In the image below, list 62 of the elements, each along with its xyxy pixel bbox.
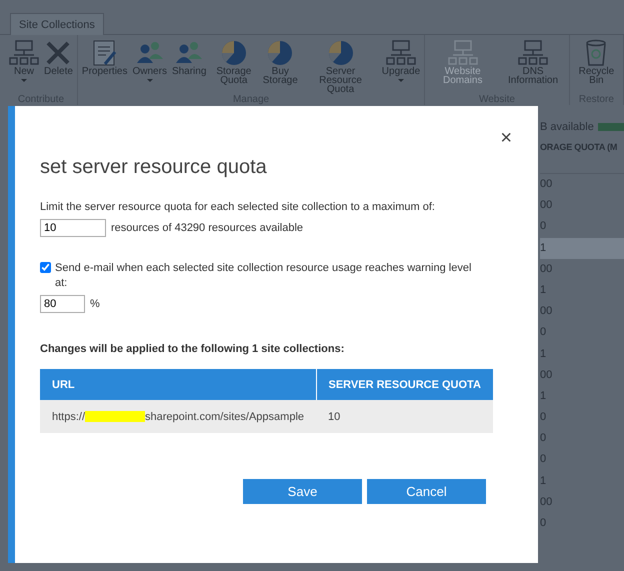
ribbon-button[interactable]: Storage Quota — [209, 35, 258, 85]
sitemap-icon — [386, 39, 416, 67]
ribbon-tab[interactable]: Site Collections — [10, 13, 104, 35]
redaction-mark — [85, 411, 146, 422]
pie-chart-icon — [220, 39, 248, 67]
document-icon — [90, 39, 119, 67]
ribbon-button[interactable]: Delete — [42, 35, 75, 76]
ribbon-button[interactable]: New — [7, 35, 41, 82]
dialog-button[interactable]: Cancel — [367, 479, 486, 504]
percent-text: % — [90, 298, 100, 310]
table-cell-text: 0 — [540, 219, 548, 234]
caret-icon — [146, 79, 153, 82]
storage-bar — [598, 123, 624, 131]
ribbon-button[interactable]: Buy Storage — [259, 35, 302, 85]
table-cell: 10 — [316, 400, 493, 433]
ribbon-button[interactable]: Owners — [130, 35, 169, 82]
table-cell-text: 00 — [540, 198, 554, 214]
caret-icon — [398, 79, 404, 82]
table-cell-text: 00 — [540, 262, 554, 277]
table-cell-text: 00 — [540, 304, 554, 320]
column-header: ORAGE QUOTA (M — [540, 137, 624, 174]
table-cell-text: 1 — [540, 282, 548, 298]
email-warning-label: Send e-mail when each selected site collection resource usage reaches warning level at: — [55, 261, 472, 291]
ribbon-button[interactable]: Recycle Bin — [572, 35, 621, 85]
table-cell-text: 1 — [540, 474, 548, 489]
table-cell-text: 1 — [540, 346, 548, 362]
pie-chart-icon — [326, 39, 355, 67]
table-cell-text: 00 — [540, 494, 554, 510]
ribbon-button[interactable]: Sharing — [170, 35, 208, 76]
close-button[interactable]: × — [498, 128, 514, 148]
column-header: SERVER RESOURCE QUOTA — [316, 369, 493, 400]
sitemap-icon — [518, 39, 548, 67]
table-cell-text: 0 — [540, 452, 548, 468]
table-cell-text: 1 — [540, 388, 548, 404]
changes-heading: Changes will be applied to the following 1 site collections: — [40, 343, 346, 355]
delete-icon — [44, 39, 72, 67]
recycle-bin-icon — [584, 39, 608, 67]
storage-available-text: B available — [540, 121, 594, 133]
warning-input-field[interactable]: 80 — [40, 295, 85, 313]
caret-icon — [21, 79, 27, 82]
table-cell-text: 0 — [540, 516, 548, 531]
table-cell-text: 0 — [540, 431, 548, 446]
ribbon-button[interactable]: Server Resource Quota — [302, 35, 379, 94]
resources-text: resources of 43290 resources available — [111, 222, 304, 234]
pie-chart-icon — [266, 39, 294, 67]
table-cell: 1 — [540, 238, 624, 259]
table-cell-text: 00 — [540, 368, 554, 383]
ribbon-button[interactable]: DNS Information — [499, 35, 567, 85]
ribbon-button[interactable]: Upgrade — [380, 35, 422, 82]
dialog-title: set server resource quota — [40, 156, 268, 179]
limit-text: Limit the server resource quota for each selected site collection to a maximum of: — [40, 201, 436, 213]
ribbon-button[interactable]: Properties — [80, 35, 130, 76]
limit-input-field[interactable]: 10 — [40, 219, 106, 237]
url-cell: https:// sharepoint.com/sites/Appsample — [40, 400, 316, 433]
sitemap-icon — [9, 39, 39, 67]
table-cell-text: 0 — [540, 410, 548, 426]
email-checkbox[interactable] — [40, 262, 51, 273]
table-cell-text: 00 — [540, 177, 554, 192]
dialog-button[interactable]: Save — [243, 479, 362, 504]
table-cell-text: 0 — [540, 325, 548, 340]
sitemap-icon — [448, 39, 478, 67]
column-header: URL — [40, 369, 316, 400]
